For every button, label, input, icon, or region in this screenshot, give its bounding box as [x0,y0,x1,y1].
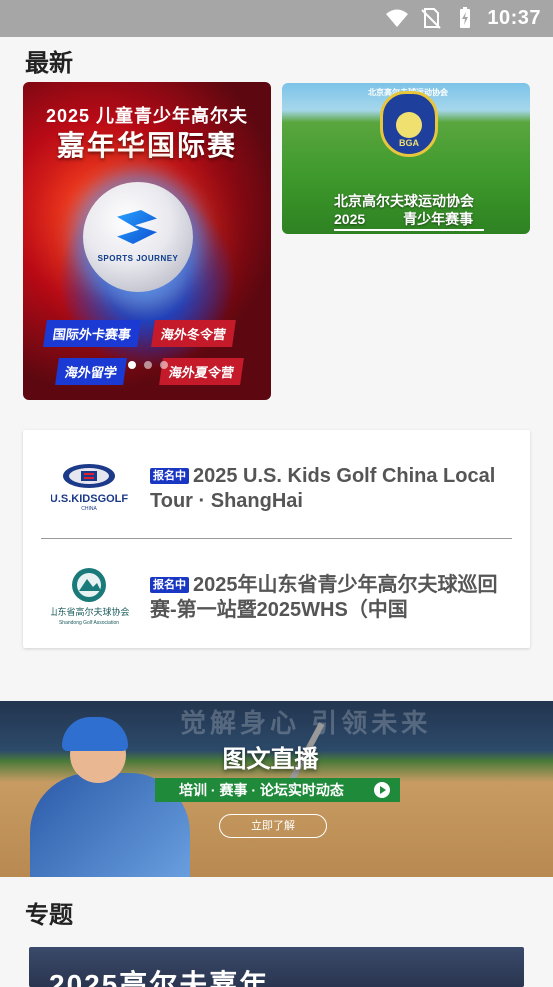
emblem-text: BGA [399,138,419,148]
promo-tag: 国际外卡赛事 [43,320,141,347]
status-bar: 10:37 [0,0,553,37]
event-title: 2025 U.S. Kids Golf China Local Tour · S… [150,465,496,512]
status-icons: 10:37 [385,6,541,30]
learn-more-button[interactable]: 立即了解 [219,814,327,838]
list-item[interactable]: U.S.KIDSGOLF CHINA 报名中 2025 U.S. Kids Gol… [23,430,530,538]
event-title-block: 报名中 2025年山东省青少年高尔夫球巡回赛-第一站暨2025WHS（中国 [150,573,500,623]
play-icon[interactable] [374,782,390,798]
status-badge: 报名中 [150,468,189,484]
status-badge: 报名中 [150,577,189,593]
no-sim-icon [421,8,442,29]
bga-subtitle-text: 青少年赛事 [403,211,474,227]
svg-text:CHINA: CHINA [81,506,97,512]
list-item[interactable]: 山东省高尔夫球协会 Shandong Golf Association 报名中 2… [23,539,530,647]
battery-charging-icon [460,7,471,28]
banner-slogan: 觉解身心 引领未来 [180,708,432,738]
golf-ball-image: SPORTS JOURNEY [83,182,193,292]
bga-emblem: BGA [380,91,438,157]
sports-journey-logo [117,210,157,244]
carousel-dot[interactable] [144,361,152,369]
topic-card[interactable]: 2025高尔夫嘉年 [29,947,524,987]
promo-tag: 海外留学 [55,358,127,385]
uskids-golf-logo: U.S.KIDSGOLF CHINA [51,464,128,512]
clock: 10:37 [487,6,541,29]
event-title: 2025年山东省青少年高尔夫球巡回赛-第一站暨2025WHS（中国 [150,574,498,621]
svg-text:山东省高尔夫球协会: 山东省高尔夫球协会 [51,606,129,617]
promo-title-line2: 嘉年华国际赛 [56,130,237,161]
wifi-icon [386,9,409,27]
promo-tag: 海外冬令营 [151,320,236,347]
bga-subtitle: 2025 青少年赛事 [334,209,473,229]
section-title-topics: 专题 [25,902,73,929]
ball-brand-text: SPORTS JOURNEY [97,254,179,263]
shandong-golf-association-logo: 山东省高尔夫球协会 Shandong Golf Association [51,568,129,626]
banner-title: 图文直播 [222,746,319,773]
banner-subtitle: 培训 · 赛事 · 论坛实时动态 [179,782,344,798]
bga-year: 2025 [334,211,366,227]
carousel-dot[interactable] [128,361,136,369]
section-title-latest: 最新 [25,50,73,77]
promo-card-bga[interactable]: 北京高尔夫球运动协会 BGA 北京高尔夫球运动协会 2025青少年赛事 [282,83,530,234]
banner-subtitle-bar: 培训 · 赛事 · 论坛实时动态 [155,778,400,802]
event-list: U.S.KIDSGOLF CHINA 报名中 2025 U.S. Kids Gol… [23,430,530,648]
bga-title: 北京高尔夫球运动协会 [334,193,474,209]
divider [334,229,484,231]
promo-card-carnival[interactable]: 2025 儿童青少年高尔夫 嘉年华国际赛 SPORTS JOURNEY 国际外卡… [23,82,271,400]
topic-title: 2025高尔夫嘉年 [49,969,270,987]
emblem-golf-ball [396,112,422,138]
svg-text:Shandong Golf Association: Shandong Golf Association [59,620,119,626]
carousel-indicator [128,361,168,369]
carousel-dot[interactable] [160,361,168,369]
svg-text:U.S.KIDSGOLF: U.S.KIDSGOLF [51,493,128,505]
event-title-block: 报名中 2025 U.S. Kids Golf China Local Tour … [150,464,500,514]
live-broadcast-banner[interactable]: 觉解身心 引领未来 图文直播 培训 · 赛事 · 论坛实时动态 立即了解 [0,701,553,877]
promo-tag: 海外夏令营 [159,358,244,385]
